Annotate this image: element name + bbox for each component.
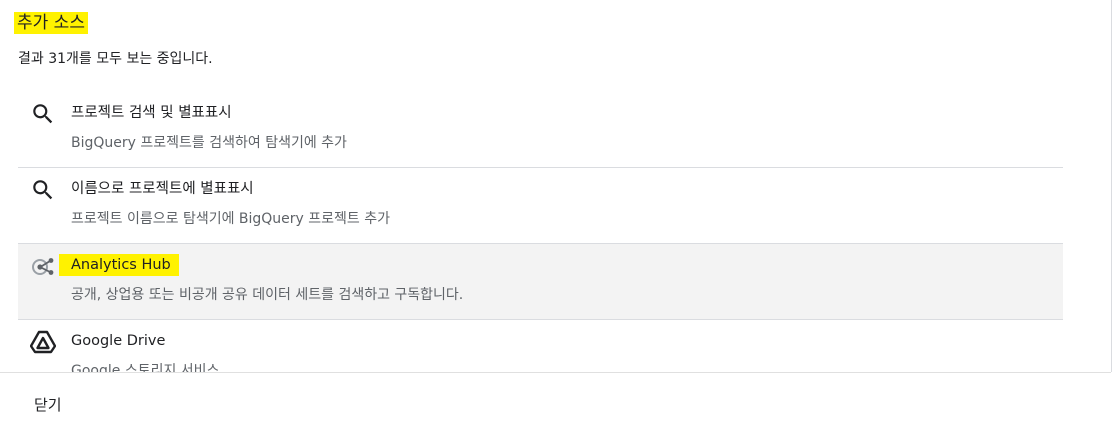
list-item-google-drive[interactable]: Google Drive Google 스토리지 서비스 [18, 320, 1063, 372]
list-item-title: 프로젝트 검색 및 별표표시 [71, 105, 232, 121]
list-item-title: 이름으로 프로젝트에 별표표시 [71, 181, 254, 197]
footer-divider [0, 372, 1111, 373]
list-item-description: Google 스토리지 서비스 [71, 363, 220, 372]
list-item-description: BigQuery 프로젝트를 검색하여 탐색기에 추가 [71, 135, 347, 151]
search-icon [30, 177, 56, 203]
list-item-star-project-by-name[interactable]: 이름으로 프로젝트에 별표표시 프로젝트 이름으로 탐색기에 BigQuery … [18, 168, 1063, 244]
list-item-title: Analytics Hub [59, 254, 179, 276]
add-source-dialog: 추가 소스 결과 31개를 모두 보는 중입니다. 프로젝트 검색 및 별표표시… [0, 0, 1117, 430]
list-item-description: 공개, 상업용 또는 비공개 공유 데이터 세트를 검색하고 구독합니다. [71, 287, 464, 303]
dialog-title: 추가 소스 [14, 12, 88, 34]
google-drive-icon [30, 329, 56, 355]
list-item-title: Google Drive [71, 333, 166, 349]
close-button[interactable]: 닫기 [22, 390, 74, 422]
list-item-analytics-hub[interactable]: Analytics Hub 공개, 상업용 또는 비공개 공유 데이터 세트를 … [18, 244, 1063, 320]
source-list: 프로젝트 검색 및 별표표시 BigQuery 프로젝트를 검색하여 탐색기에 … [18, 92, 1063, 372]
analytics-hub-icon [30, 253, 56, 279]
list-item-search-star-project[interactable]: 프로젝트 검색 및 별표표시 BigQuery 프로젝트를 검색하여 탐색기에 … [18, 92, 1063, 168]
scrollbar-track[interactable] [1111, 0, 1112, 372]
list-item-description: 프로젝트 이름으로 탐색기에 BigQuery 프로젝트 추가 [71, 211, 391, 227]
search-icon [30, 101, 56, 127]
result-count-text: 결과 31개를 모두 보는 중입니다. [18, 51, 213, 67]
